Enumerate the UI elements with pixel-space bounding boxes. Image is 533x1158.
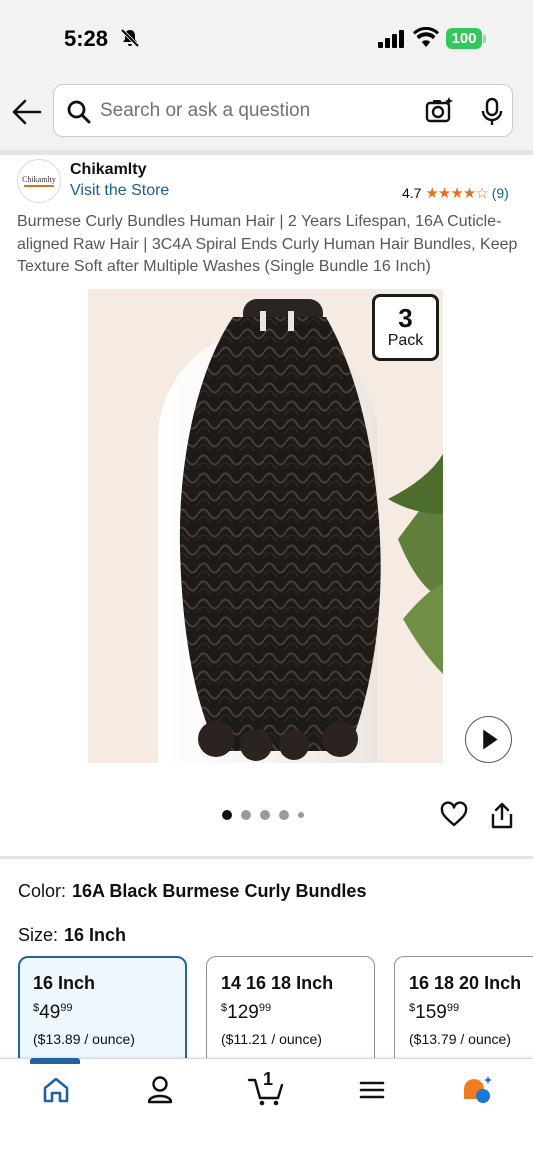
size-option-name: 14 16 18 Inch [221,973,334,993]
battery-tip [483,35,486,43]
size-option-unit-price: ($13.89 / ounce) [33,1031,135,1047]
section-divider [0,856,533,859]
product-title: Burmese Curly Bundles Human Hair | 2 Yea… [17,213,518,275]
color-label: Color: [18,881,67,901]
status-bar: 5:28 100 [0,0,533,78]
cart-button[interactable]: 1 [246,1069,290,1107]
signal-icon [378,30,404,48]
search-input[interactable]: Search or ask a question [100,100,310,122]
account-icon[interactable] [140,1073,180,1107]
play-video-icon[interactable] [465,716,512,763]
heart-icon[interactable] [440,801,468,829]
bottom-nav: 1 [0,1058,533,1158]
carousel-dot[interactable] [222,810,232,820]
size-option-name: 16 18 20 Inch [409,973,522,993]
pack-count-badge: 3 Pack [372,294,439,361]
size-selection: Size: 16 Inch [18,925,126,946]
search-header: Search or ask a question [0,78,533,150]
carousel-dot[interactable] [279,810,289,820]
rating-stars-icon: ★★★★☆ [425,185,488,202]
search-icon [67,100,91,124]
store-name[interactable]: Chikamlty [70,161,146,179]
store-logo[interactable]: Chikamlty [17,159,61,203]
rufus-icon[interactable] [458,1073,498,1107]
carousel-dot[interactable] [241,810,251,820]
size-option-unit-price: ($13.79 / ounce) [409,1031,511,1047]
header-divider [0,150,533,155]
size-option-name: 16 Inch [33,973,96,993]
store-logo-text: Chikamlty [22,175,56,184]
selected-card-tab [30,1058,80,1064]
cart-count: 1 [263,1069,274,1089]
carousel-dot[interactable] [298,812,304,818]
share-icon[interactable] [489,802,515,830]
home-icon[interactable] [36,1073,76,1107]
rating-count[interactable]: (9) [492,185,509,201]
size-label: Size: [18,925,59,945]
image-carousel-dots[interactable] [222,810,313,820]
color-selection: Color: 16A Black Burmese Curly Bundles [18,881,366,902]
color-value: 16A Black Burmese Curly Bundles [72,881,367,901]
microphone-icon[interactable] [480,97,504,127]
camera-search-icon[interactable] [424,96,454,126]
pack-count-number: 3 [398,303,413,333]
carousel-dot[interactable] [260,810,270,820]
bell-muted-icon [120,28,140,48]
battery-indicator: 100 [446,28,482,49]
wifi-icon [413,27,439,47]
rating-summary[interactable]: 4.7 ★★★★☆ (9) [402,184,509,202]
visit-store-link[interactable]: Visit the Store [70,182,169,200]
size-option-price: $15999 [409,1002,460,1023]
rating-value: 4.7 [402,185,422,201]
menu-icon[interactable] [352,1073,392,1107]
back-arrow-icon[interactable] [10,95,44,129]
size-option-price: $12999 [221,1002,272,1023]
search-bar[interactable]: Search or ask a question [53,84,513,137]
store-logo-bar [24,185,54,187]
status-time: 5:28 [64,26,109,51]
size-option-price: $4999 [33,1002,73,1023]
pack-count-label: Pack [387,332,424,349]
size-value: 16 Inch [64,925,127,945]
size-option-unit-price: ($11.21 / ounce) [221,1031,322,1047]
